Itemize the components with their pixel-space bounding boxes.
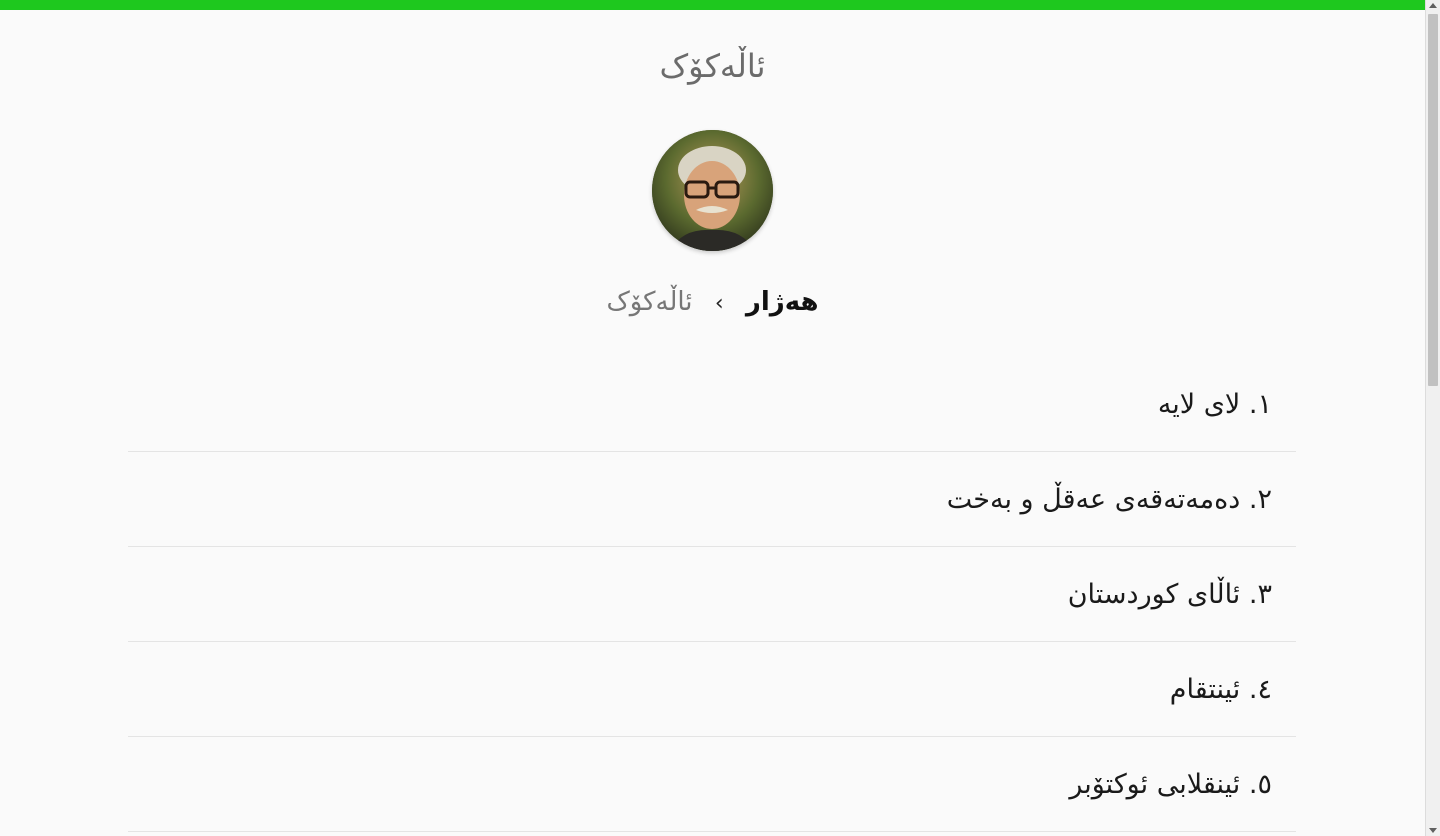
list-item[interactable]: ٣. ئاڵای کوردستان [128,547,1296,642]
scroll-thumb[interactable] [1428,14,1438,386]
page-title: ئاڵەکۆک [659,47,766,85]
list-item[interactable]: ٢. دەمەتەقەی عەقڵ و بەخت [128,452,1296,547]
poem-list: ١. لای لایە ٢. دەمەتەقەی عەقڵ و بەخت ٣. … [128,358,1296,832]
list-item[interactable]: ٥. ئینقلابی ئوکتۆبر [128,737,1296,832]
list-item-label: ٣. ئاڵای کوردستان [1067,578,1272,610]
list-item-label: ٢. دەمەتەقەی عەقڵ و بەخت [946,483,1272,515]
scroll-up-arrow-icon[interactable] [1429,3,1437,8]
scroll-down-arrow-icon[interactable] [1429,828,1437,833]
list-item-label: ٥. ئینقلابی ئوکتۆبر [1069,768,1272,800]
breadcrumb-separator: › [714,291,724,316]
list-item[interactable]: ١. لای لایە [128,358,1296,452]
poet-portrait-icon [652,130,773,251]
vertical-scrollbar[interactable] [1425,0,1440,836]
list-item-label: ٤. ئینتقام [1169,673,1272,705]
avatar [652,130,773,251]
breadcrumb-current: ئاڵەکۆک [606,287,693,317]
breadcrumb-link-poet[interactable]: هەژار [746,287,819,317]
top-accent-bar [0,0,1425,10]
page: ئاڵەکۆک هەژار › ئاڵەکۆک ١. لای لایە ٢. د… [0,0,1425,836]
breadcrumb: هەژار › ئاڵەکۆک [0,280,1425,326]
list-item[interactable]: ٤. ئینتقام [128,642,1296,737]
list-item-label: ١. لای لایە [1157,389,1272,420]
